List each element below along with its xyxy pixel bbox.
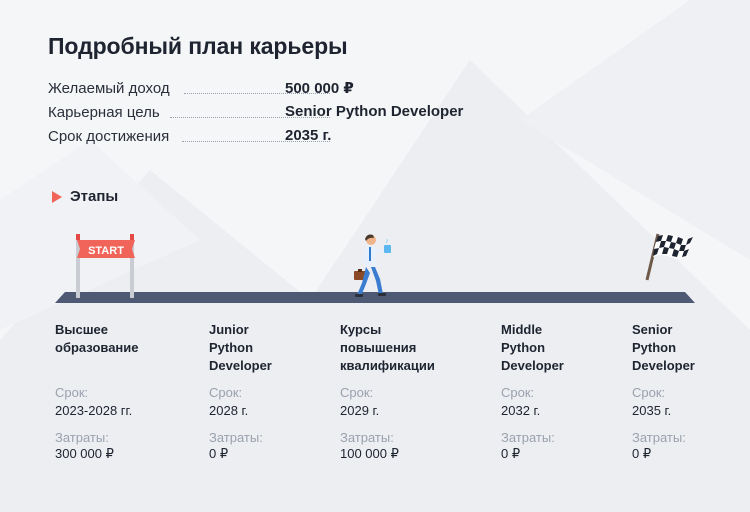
summary-row-goal: Карьерная цель Senior Python Developer: [48, 102, 488, 124]
stages-heading-text: Этапы: [70, 188, 119, 205]
career-plan-card: Подробный план карьеры Желаемый доход 50…: [0, 0, 750, 512]
stage-name: Senior Python Developer: [632, 322, 695, 373]
finish-flag-icon: [645, 233, 694, 281]
stage-name: Высшее образование: [55, 322, 139, 355]
summary-value: 2035 г.: [285, 127, 332, 144]
summary-value: 500 000 ₽: [285, 80, 354, 97]
stage-middle: Middle Python Developer Срок: 2032 г. За…: [501, 321, 631, 461]
summary-label: Карьерная цель: [48, 104, 160, 121]
stage-term-value: 2032 г.: [501, 403, 541, 418]
stage-cost-label: Затраты:: [55, 430, 109, 445]
summary-label: Срок достижения: [48, 128, 170, 145]
stage-name: Junior Python Developer: [209, 322, 272, 373]
summary-row-deadline: Срок достижения 2035 г.: [48, 126, 488, 148]
stage-cost-value: 300 000 ₽: [55, 446, 114, 461]
stage-term-value: 2035 г.: [632, 403, 672, 418]
start-sign-icon: START: [76, 234, 135, 298]
stage-cost-value: 0 ₽: [209, 446, 229, 461]
stage-term-value: 2028 г.: [209, 403, 249, 418]
page-title: Подробный план карьеры: [48, 33, 348, 59]
stage-senior: Senior Python Developer Срок: 2035 г. За…: [632, 321, 732, 461]
stage-cost-value: 0 ₽: [501, 446, 521, 461]
summary-label: Желаемый доход: [48, 80, 170, 97]
stage-name: Курсы повышения квалификации: [340, 322, 435, 373]
summary-value: Senior Python Developer: [285, 103, 464, 120]
stage-junior: Junior Python Developer Срок: 2028 г. За…: [209, 321, 339, 461]
stage-cost-label: Затраты:: [340, 430, 394, 445]
start-sign-text: START: [88, 245, 124, 257]
stage-cost-value: 0 ₽: [632, 446, 652, 461]
stage-term-value: 2029 г.: [340, 403, 380, 418]
stage-cost-value: 100 000 ₽: [340, 446, 399, 461]
stage-cost-label: Затраты:: [501, 430, 555, 445]
stage-courses: Курсы повышения квалификации Срок: 2029 …: [340, 321, 470, 461]
summary-row-income: Желаемый доход 500 000 ₽: [48, 78, 488, 100]
stage-term-label: Срок:: [340, 385, 374, 400]
play-triangle-icon: [52, 191, 62, 203]
stage-term-label: Срок:: [501, 385, 535, 400]
stage-higher-education: Высшее образование Срок: 2023-2028 гг. З…: [55, 321, 185, 461]
stage-name: Middle Python Developer: [501, 322, 564, 373]
stage-term-label: Срок:: [55, 385, 89, 400]
stage-cost-label: Затраты:: [632, 430, 686, 445]
stage-term-label: Срок:: [209, 385, 243, 400]
stage-term-label: Срок:: [632, 385, 666, 400]
stage-cost-label: Затраты:: [209, 430, 263, 445]
stage-term-value: 2023-2028 гг.: [55, 403, 133, 418]
walking-person-icon: [354, 234, 391, 297]
